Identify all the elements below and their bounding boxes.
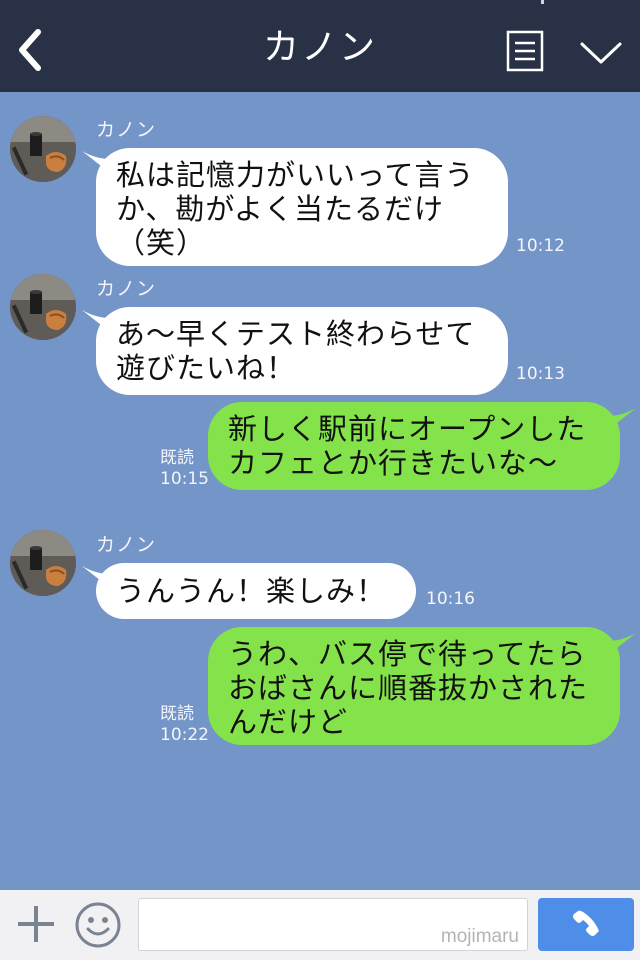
avatar-photo [10, 116, 76, 182]
message-time: 10:13 [516, 364, 565, 384]
message-input[interactable]: mojimaru [138, 898, 528, 951]
message-bubble[interactable]: うんうん！楽しみ！ [96, 563, 416, 619]
add-button[interactable] [14, 902, 58, 946]
call-button[interactable] [538, 898, 634, 951]
message-time: 10:15 [160, 469, 209, 489]
avatar-photo [10, 274, 76, 340]
sender-name: カノン [96, 278, 157, 300]
message-time: 10:16 [426, 589, 475, 609]
bubble-tail [608, 408, 636, 430]
avatar[interactable] [10, 116, 76, 182]
input-bar: mojimaru [0, 890, 640, 960]
avatar-photo [10, 530, 76, 596]
message-time: 10:12 [516, 236, 565, 256]
message-bubble[interactable]: あ〜早くテスト終わらせて遊びたいね！ [96, 307, 508, 395]
message-bubble[interactable]: 新しく駅前にオープンしたカフェとか行きたいな〜 [208, 402, 620, 490]
menu-button[interactable] [502, 26, 548, 76]
message-bubble[interactable]: うわ、バス停で待ってたらおばさんに順番抜かされたんだけど [208, 627, 620, 745]
more-options-button[interactable] [578, 34, 624, 74]
list-icon [506, 30, 544, 72]
sender-name: カノン [96, 534, 157, 556]
avatar[interactable] [10, 530, 76, 596]
message-time: 10:22 [160, 725, 209, 745]
plus-icon [18, 906, 54, 942]
message-bubble[interactable]: 私は記憶力がいいって言うか、勘がよく当たるだけ（笑） [96, 148, 508, 266]
watermark: mojimaru [440, 926, 519, 947]
read-receipt: 既読 [160, 448, 194, 468]
read-receipt: 既読 [160, 704, 194, 724]
sender-name: カノン [96, 119, 157, 141]
message-list[interactable]: カノン 私は記憶力がいいって言うか、勘がよく当たるだけ（笑） 10:12 カノン… [0, 92, 640, 890]
bubble-tail [608, 633, 636, 655]
chevron-down-icon [580, 42, 622, 64]
phone-icon [573, 910, 599, 936]
avatar[interactable] [10, 274, 76, 340]
smiley-icon [75, 902, 121, 948]
chat-header: カノン [0, 0, 640, 92]
emoji-button[interactable] [74, 901, 122, 949]
